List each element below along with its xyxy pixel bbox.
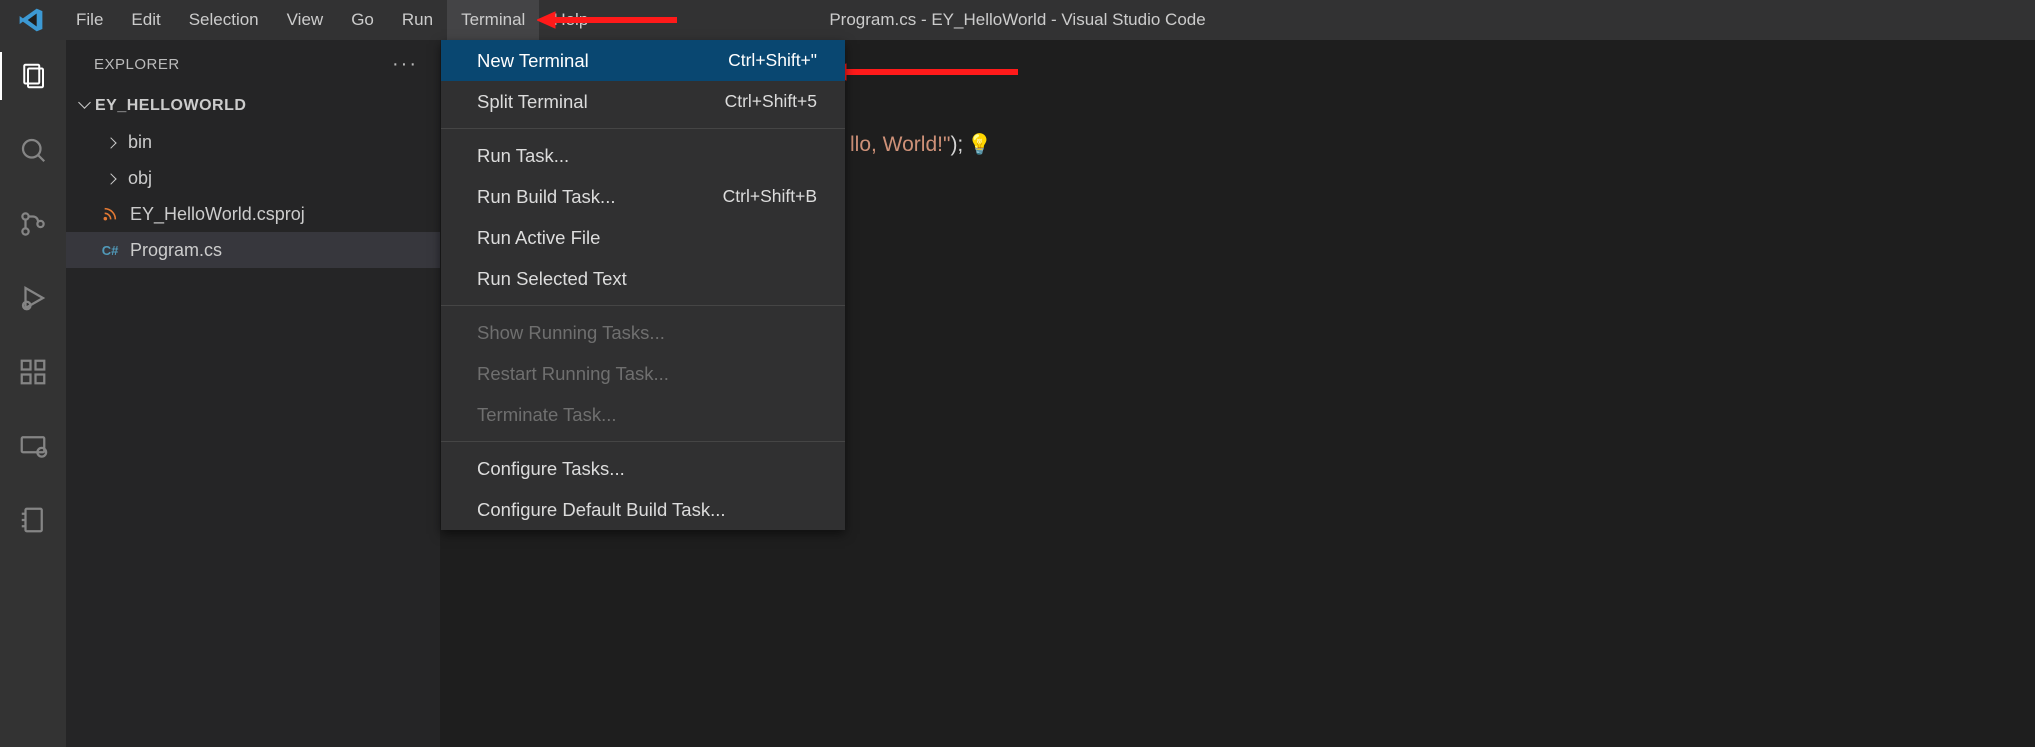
menu-item-label: Run Task...: [477, 145, 569, 167]
notebook-icon[interactable]: [0, 496, 66, 544]
menu-item-label: New Terminal: [477, 50, 589, 72]
menu-run[interactable]: Run: [388, 0, 447, 40]
chevron-right-icon: [104, 132, 118, 153]
menu-item-label: Show Running Tasks...: [477, 322, 665, 344]
menu-item[interactable]: Run Build Task... Ctrl+Shift+B: [441, 176, 845, 217]
tree-root[interactable]: EY_HELLOWORLD: [66, 88, 440, 124]
tree-item[interactable]: EY_HelloWorld.csproj: [66, 196, 440, 232]
remote-icon[interactable]: [0, 422, 66, 470]
menu-item: Terminate Task...: [441, 394, 845, 435]
source-control-icon[interactable]: [0, 200, 66, 248]
menu-terminal[interactable]: Terminal: [447, 0, 539, 40]
menu-help[interactable]: Help: [539, 0, 602, 40]
menu-item: Restart Running Task...: [441, 353, 845, 394]
menu-view[interactable]: View: [273, 0, 338, 40]
code-line: llo, World!");💡: [850, 132, 992, 158]
menu-item-shortcut: Ctrl+Shift+": [728, 50, 817, 71]
extensions-icon[interactable]: [0, 348, 66, 396]
menu-item-label: Run Active File: [477, 227, 600, 249]
tree-item-label: bin: [128, 132, 152, 153]
menu-item-label: Configure Default Build Task...: [477, 499, 726, 521]
activity-bar: [0, 40, 66, 747]
chevron-right-icon: [104, 168, 118, 189]
tree-root-label: EY_HELLOWORLD: [95, 97, 246, 115]
explorer-header: EXPLORER ···: [66, 40, 440, 88]
menu-item[interactable]: Run Selected Text: [441, 258, 845, 299]
explorer-more-button[interactable]: ···: [392, 53, 418, 76]
rss-icon: [100, 206, 120, 222]
tree-item-label: Program.cs: [130, 240, 222, 261]
menu-item-shortcut: Ctrl+Shift+5: [725, 91, 817, 112]
menu-item[interactable]: Split Terminal Ctrl+Shift+5: [441, 81, 845, 122]
menu-go[interactable]: Go: [337, 0, 388, 40]
menu-file[interactable]: File: [62, 0, 117, 40]
tree-item-label: obj: [128, 168, 152, 189]
run-debug-icon[interactable]: [0, 274, 66, 322]
file-tree: EY_HELLOWORLD bin obj EY_HelloWorld.csproj…: [66, 88, 440, 268]
menu-item-label: Restart Running Task...: [477, 363, 669, 385]
menu-item-label: Configure Tasks...: [477, 458, 625, 480]
tree-item[interactable]: C# Program.cs: [66, 232, 440, 268]
chevron-down-icon: [80, 97, 89, 115]
terminal-menu-dropdown: New Terminal Ctrl+Shift+" Split Terminal Ct…: [441, 40, 845, 530]
menu-separator: [441, 128, 845, 129]
menu-edit[interactable]: Edit: [117, 0, 174, 40]
menu-item-label: Run Selected Text: [477, 268, 627, 290]
menu-bar: FileEditSelectionViewGoRunTerminalHelp: [62, 0, 602, 40]
menu-separator: [441, 305, 845, 306]
menu-item-label: Run Build Task...: [477, 186, 615, 208]
menu-item[interactable]: Configure Default Build Task...: [441, 489, 845, 530]
tree-item[interactable]: obj: [66, 160, 440, 196]
explorer-icon[interactable]: [0, 52, 66, 100]
menu-separator: [441, 441, 845, 442]
explorer-sidebar: EXPLORER ··· EY_HELLOWORLD bin obj EY_Hell…: [66, 40, 440, 747]
titlebar: FileEditSelectionViewGoRunTerminalHelp P…: [0, 0, 2035, 40]
tree-item-label: EY_HelloWorld.csproj: [130, 204, 305, 225]
menu-item: Show Running Tasks...: [441, 312, 845, 353]
lightbulb-icon[interactable]: 💡: [967, 132, 992, 157]
explorer-title: EXPLORER: [94, 56, 180, 73]
window-title: Program.cs - EY_HelloWorld - Visual Stud…: [829, 10, 1205, 30]
menu-item[interactable]: New Terminal Ctrl+Shift+": [441, 40, 845, 81]
vscode-logo-icon: [0, 7, 62, 33]
csharp-icon: C#: [100, 243, 120, 258]
menu-item-shortcut: Ctrl+Shift+B: [723, 186, 817, 207]
menu-item[interactable]: Run Task...: [441, 135, 845, 176]
menu-item[interactable]: Run Active File: [441, 217, 845, 258]
search-icon[interactable]: [0, 126, 66, 174]
tree-item[interactable]: bin: [66, 124, 440, 160]
menu-selection[interactable]: Selection: [175, 0, 273, 40]
menu-item-label: Terminate Task...: [477, 404, 617, 426]
menu-item[interactable]: Configure Tasks...: [441, 448, 845, 489]
menu-item-label: Split Terminal: [477, 91, 588, 113]
